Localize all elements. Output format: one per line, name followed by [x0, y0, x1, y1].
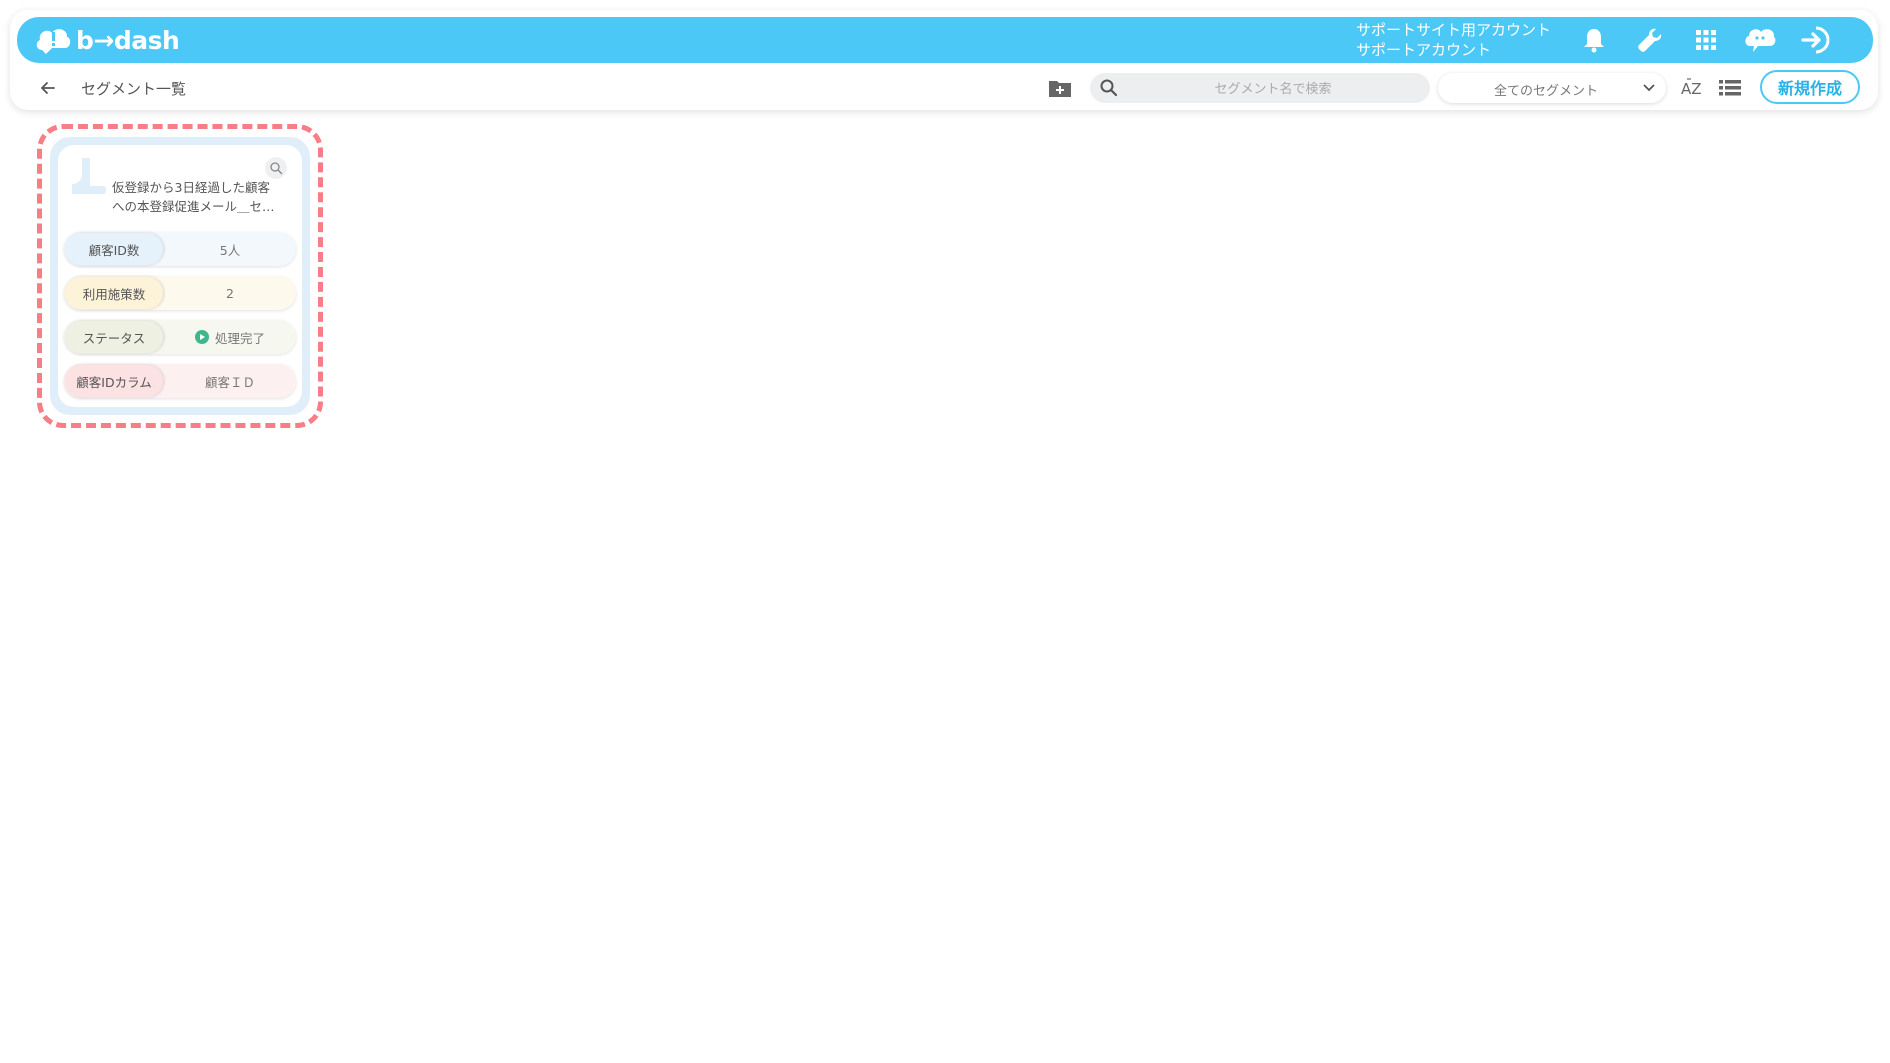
apps-grid-icon[interactable]	[1690, 24, 1722, 56]
add-folder-icon[interactable]	[1044, 72, 1076, 104]
segment-row-campaign-count: 利用施策数 2	[64, 276, 296, 310]
card-folder-corner-icon	[72, 158, 106, 194]
logout-icon[interactable]	[1800, 24, 1832, 56]
row-value-status: 処理完了	[164, 320, 296, 354]
pin-icon[interactable]	[265, 157, 287, 179]
sort-az-icon[interactable]: AZ	[1678, 72, 1710, 104]
account-info[interactable]: サポートサイト用アカウント サポートアカウント	[1356, 20, 1551, 60]
bell-icon[interactable]	[1578, 24, 1610, 56]
row-label: 利用施策数	[65, 277, 163, 309]
logo-cloud-icon	[36, 29, 71, 54]
row-label: 顧客ID数	[65, 233, 163, 265]
chevron-down-icon	[1643, 84, 1655, 92]
segment-row-customer-id-count: 顧客ID数 5人	[64, 232, 296, 266]
chat-bot-icon[interactable]	[1744, 24, 1776, 56]
wrench-icon[interactable]	[1634, 24, 1666, 56]
account-name: サポートサイト用アカウント	[1356, 21, 1552, 39]
segment-filter-select[interactable]: 全てのセグメント	[1438, 73, 1666, 103]
status-complete-icon	[194, 330, 209, 344]
account-user: サポートアカウント	[1356, 41, 1492, 59]
back-arrow-icon[interactable]	[38, 78, 58, 98]
segment-title[interactable]: 仮登録から3日経過した顧客への本登録促進メール＿セ…	[112, 178, 282, 216]
search-box[interactable]	[1090, 73, 1430, 105]
segment-row-customer-id-column: 顧客IDカラム 顧客ＩＤ	[64, 364, 296, 398]
bdash-logo[interactable]: b→dash	[34, 24, 180, 56]
row-value: 2	[226, 285, 234, 301]
search-input[interactable]	[1126, 73, 1420, 105]
svg-text:AZ: AZ	[1681, 80, 1702, 98]
row-value: 顧客ＩＤ	[204, 374, 255, 390]
list-view-icon[interactable]	[1714, 72, 1746, 104]
segment-row-status: ステータス 処理完了	[64, 320, 296, 354]
page-title: セグメント一覧	[81, 80, 187, 98]
row-label: ステータス	[65, 321, 163, 353]
status-text: 処理完了	[214, 330, 265, 346]
logo-text: b→dash	[76, 25, 180, 55]
search-icon	[1100, 79, 1118, 97]
row-value: 5人	[219, 242, 241, 258]
segment-filter-value: 全てのセグメント	[1494, 84, 1599, 99]
create-new-button[interactable]: 新規作成	[1760, 70, 1860, 104]
row-label: 顧客IDカラム	[65, 365, 163, 397]
